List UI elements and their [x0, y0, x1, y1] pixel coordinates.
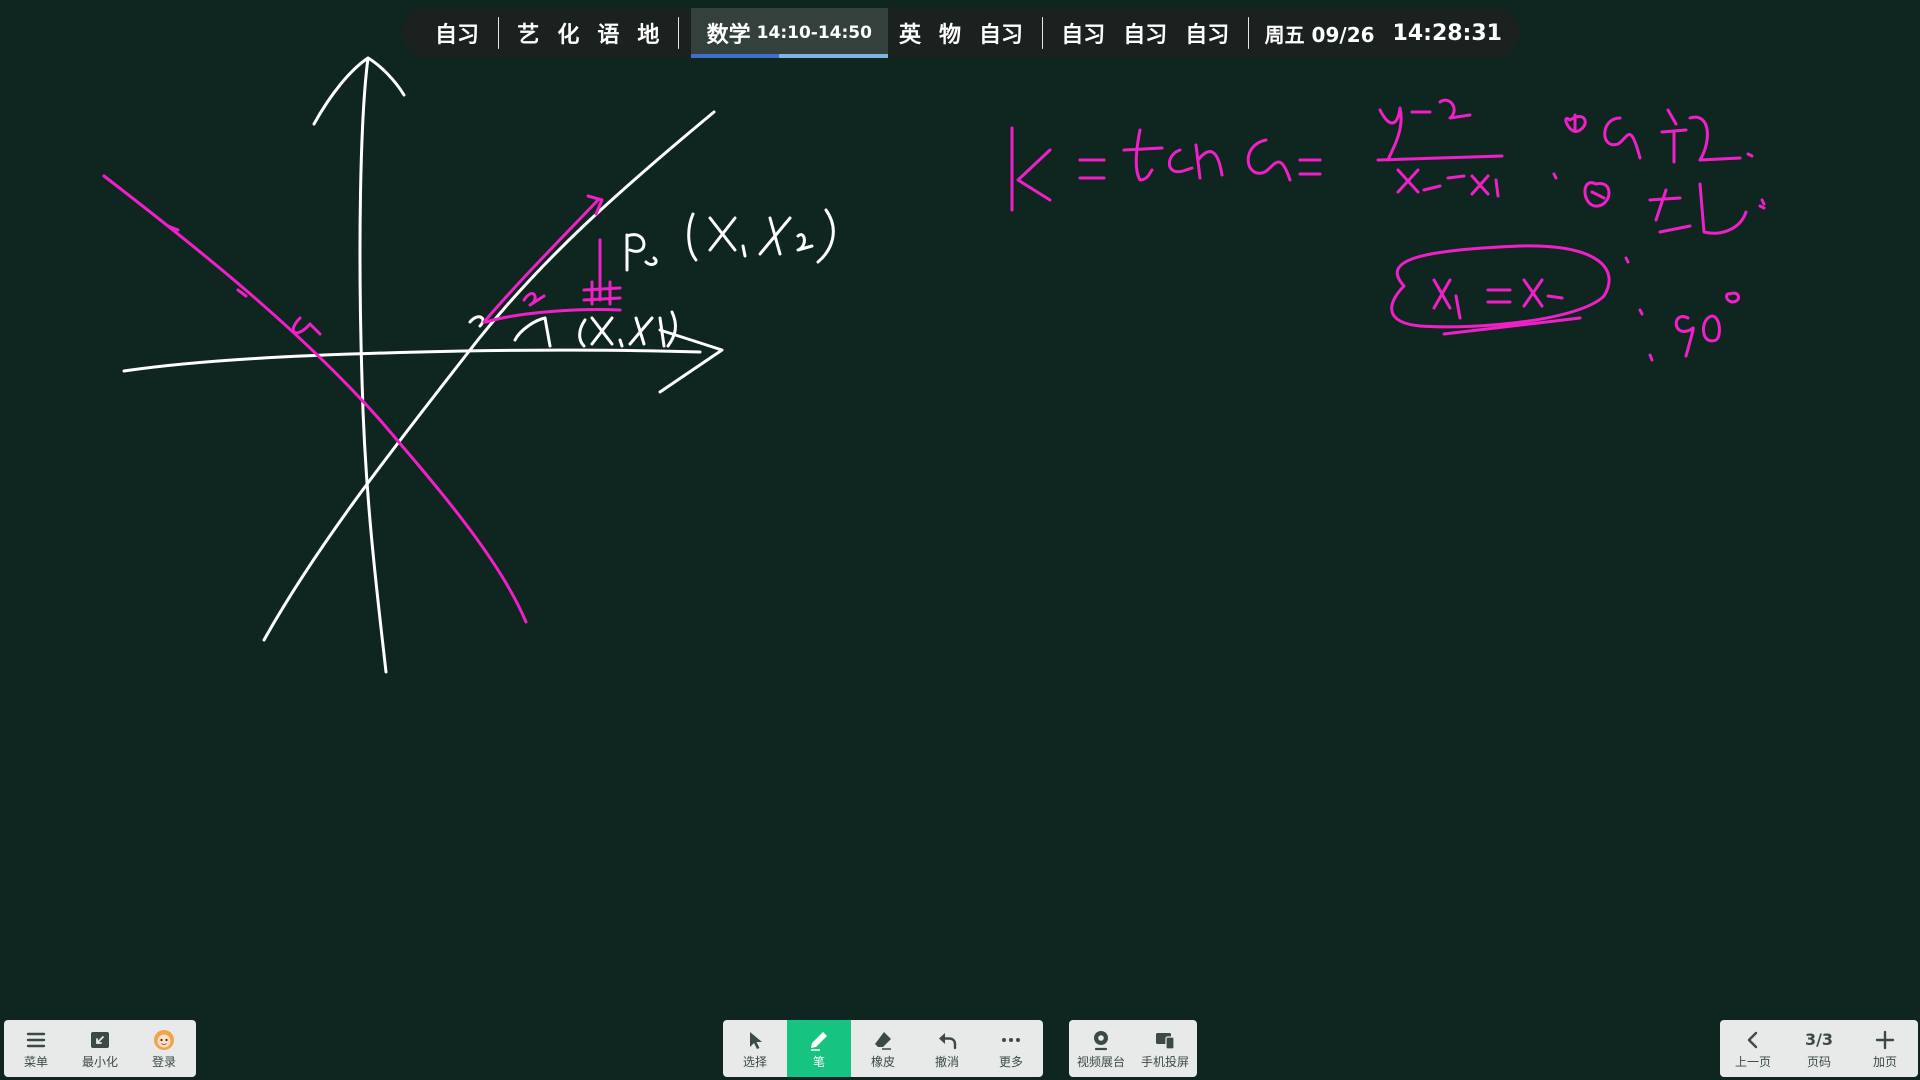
schedule-item: 自习 — [1123, 23, 1168, 48]
pen-icon — [811, 1031, 827, 1051]
menu-label: 菜单 — [23, 1054, 48, 1069]
pen-tool-button[interactable]: 笔 — [787, 1020, 851, 1077]
select-tool-label: 选择 — [742, 1054, 767, 1069]
pen-tool-label: 笔 — [812, 1054, 825, 1069]
current-class-time: 14:10-14:50 — [756, 23, 872, 43]
class-progress-fill — [690, 54, 780, 58]
more-label: 更多 — [998, 1054, 1023, 1069]
undo-icon — [939, 1032, 957, 1049]
ink-annotations — [102, 98, 1766, 624]
avatar-icon — [154, 1029, 174, 1050]
login-button[interactable]: 登录 — [132, 1020, 196, 1077]
left-toolbar: 菜单 最小化 登录 — [4, 1020, 196, 1077]
schedule-item: 化 — [557, 23, 580, 48]
more-button[interactable]: 更多 — [979, 1020, 1043, 1077]
minimize-label: 最小化 — [81, 1054, 118, 1069]
page-label: 页码 — [1806, 1054, 1831, 1069]
minimize-icon — [91, 1031, 109, 1048]
schedule-item: 自习 — [978, 23, 1023, 48]
eraser-tool-button[interactable]: 橡皮 — [851, 1020, 915, 1077]
schedule-item: 英 — [898, 23, 921, 48]
schedule-item: 自习 — [435, 23, 480, 48]
clock-display: 14:28:31 — [1392, 20, 1502, 46]
current-class: 数学 14:10-14:50 — [690, 8, 888, 58]
page-toolbar: 上一页 3/3 页码 加页 — [1720, 1020, 1918, 1077]
menu-button[interactable]: 菜单 — [4, 1020, 68, 1077]
prev-page-button[interactable]: 上一页 — [1720, 1020, 1786, 1077]
schedule-item: 语 — [597, 23, 620, 48]
phone-cast-label: 手机投屏 — [1140, 1054, 1189, 1069]
camera-icon — [1094, 1030, 1108, 1050]
menu-icon — [26, 1032, 46, 1047]
schedule-item: 自习 — [1185, 23, 1230, 48]
schedule-item: 物 — [938, 23, 961, 48]
minimize-button[interactable]: 最小化 — [68, 1020, 132, 1077]
login-label: 登录 — [151, 1054, 176, 1069]
add-page-label: 加页 — [1872, 1054, 1897, 1069]
more-icon — [1002, 1037, 1020, 1042]
video-booth-button[interactable]: 视频展台 — [1069, 1020, 1133, 1077]
current-class-subject: 数学 — [706, 23, 751, 48]
eraser-icon — [875, 1031, 891, 1050]
schedule-item: 自习 — [1061, 23, 1106, 48]
phone-cast-button[interactable]: 手机投屏 — [1133, 1020, 1197, 1077]
cursor-icon — [750, 1031, 762, 1049]
schedule-item: 地 — [637, 23, 660, 48]
schedule-item: 艺 — [517, 23, 540, 48]
undo-button[interactable]: 撤消 — [915, 1020, 979, 1077]
chevron-left-icon — [1747, 1031, 1758, 1048]
video-booth-label: 视频展台 — [1076, 1054, 1125, 1069]
add-page-button[interactable]: 加页 — [1852, 1020, 1918, 1077]
page-indicator: 3/3 — [1804, 1029, 1834, 1049]
page-number-button[interactable]: 3/3 页码 — [1786, 1020, 1852, 1077]
plus-icon — [1875, 1030, 1895, 1049]
whiteboard-canvas[interactable] — [0, 0, 1920, 1080]
date-display: 周五 09/26 — [1264, 22, 1375, 47]
eraser-tool-label: 橡皮 — [870, 1054, 895, 1069]
media-toolbar: 视频展台 手机投屏 — [1069, 1020, 1197, 1077]
drawing-toolbar: 选择 笔 橡皮 撤消 更多 — [723, 1020, 1043, 1077]
undo-label: 撤消 — [934, 1054, 959, 1069]
class-progress-bar — [690, 54, 888, 58]
prev-page-label: 上一页 — [1734, 1054, 1771, 1069]
select-tool-button[interactable]: 选择 — [723, 1020, 787, 1077]
phone-cast-icon — [1156, 1032, 1175, 1050]
class-schedule-bar: 自习 艺 化 语 地 数学 14:10-14:50 英 物 自习 自习 自习 自… — [402, 8, 1520, 58]
ink-axes — [122, 56, 835, 674]
